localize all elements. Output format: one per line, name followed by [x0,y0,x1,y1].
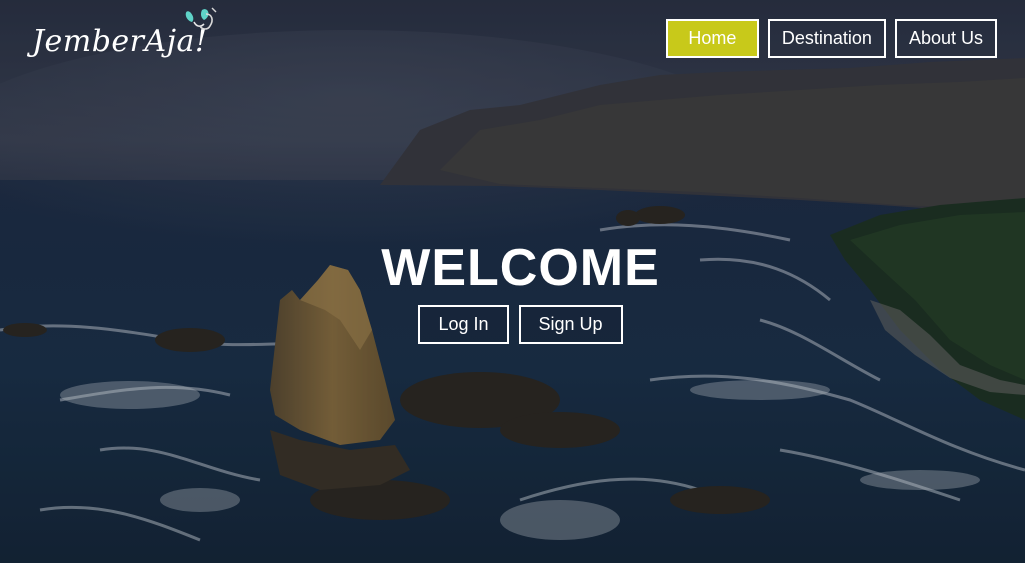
hero-section: JemberAja! Home Destination About Us WEL… [0,0,1025,563]
nav-home[interactable]: Home [665,19,759,58]
signup-button[interactable]: Sign Up [518,305,623,344]
nav-destination[interactable]: Destination [767,19,886,58]
auth-buttons: Log In Sign Up [16,305,1025,344]
butterfly-icon [185,7,217,30]
logo[interactable]: JemberAja! [28,7,224,66]
login-button[interactable]: Log In [418,305,509,344]
main-nav: Home Destination About Us [665,19,997,58]
welcome-heading: WELCOME [381,239,660,297]
hero-content: WELCOME Log In Sign Up [0,236,1025,344]
nav-about-us[interactable]: About Us [894,19,997,58]
